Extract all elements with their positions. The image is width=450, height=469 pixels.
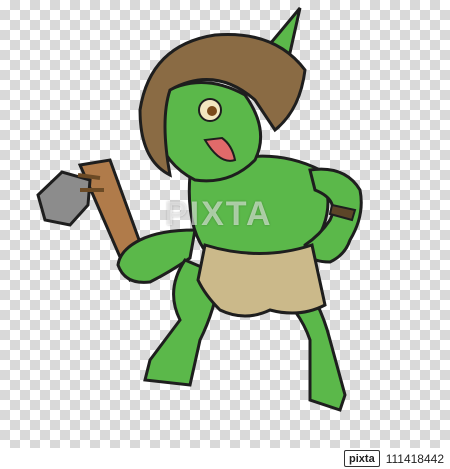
- watermark: PIXTA: [165, 195, 273, 233]
- head: [153, 81, 263, 183]
- brand-logo: pixta: [344, 450, 380, 467]
- loincloth: [196, 243, 327, 318]
- footer-bar: pixta 111418442: [0, 448, 450, 469]
- image-id: 111418442: [385, 451, 444, 466]
